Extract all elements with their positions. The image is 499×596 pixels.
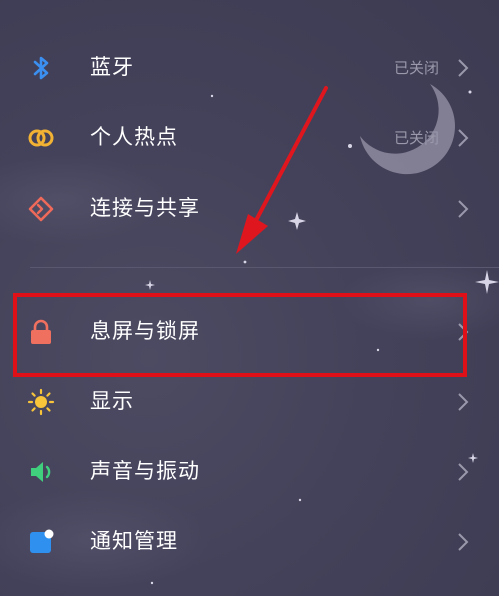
sun-icon: [27, 388, 55, 416]
chevron-right-icon: [458, 200, 469, 218]
chevron-right-icon: [458, 533, 469, 551]
settings-item-label: 声音与振动: [90, 459, 200, 483]
chevron-right-icon: [458, 393, 469, 411]
chevron-right-icon: [458, 463, 469, 481]
connection-sharing-icon: [28, 196, 54, 222]
settings-item-sound[interactable]: 声音与振动: [0, 436, 499, 506]
status-text: 已关闭: [393, 59, 439, 77]
hotspot-icon: [28, 129, 54, 147]
settings-item-hotspot[interactable]: 个人热点 已关闭: [0, 102, 499, 172]
settings-item-notifications[interactable]: 通知管理: [0, 506, 499, 576]
settings-item-connection-sharing[interactable]: 连接与共享: [0, 173, 499, 243]
bluetooth-icon: [33, 56, 49, 80]
status-text: 已关闭: [393, 129, 439, 147]
notification-icon: [30, 529, 54, 553]
settings-item-label: 连接与共享: [90, 196, 200, 220]
settings-item-bluetooth[interactable]: 蓝牙 已关闭: [0, 32, 499, 102]
settings-item-label: 通知管理: [90, 529, 178, 553]
chevron-right-icon: [458, 59, 469, 77]
settings-item-label: 个人热点: [90, 125, 178, 149]
settings-item-label: 显示: [90, 389, 134, 413]
chevron-right-icon: [458, 129, 469, 147]
section-divider: [30, 267, 499, 268]
settings-item-label: 蓝牙: [90, 55, 134, 79]
annotation-highlight-box: [13, 293, 467, 377]
speaker-icon: [31, 462, 51, 482]
